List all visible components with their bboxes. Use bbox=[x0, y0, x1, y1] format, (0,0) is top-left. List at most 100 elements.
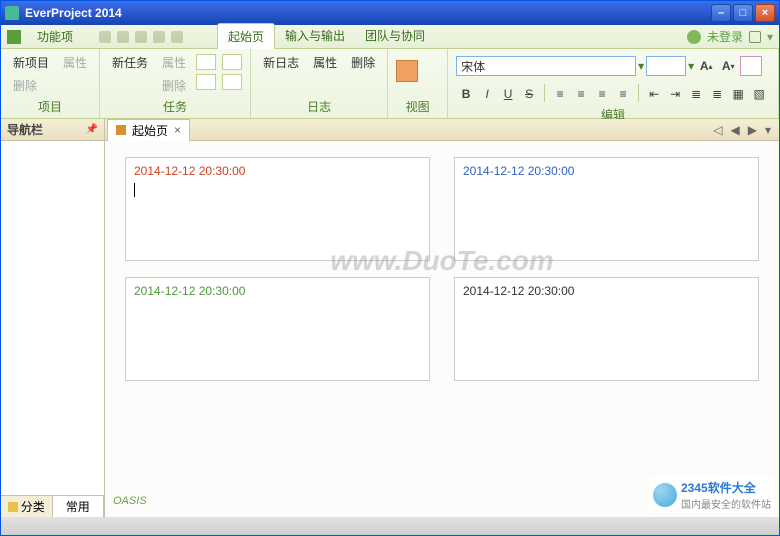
menu-tab-team[interactable]: 团队与协同 bbox=[355, 23, 435, 50]
movedown-button[interactable] bbox=[222, 74, 242, 90]
user-icon[interactable] bbox=[687, 30, 701, 44]
site-banner: 2345软件大全 国内最安全的软件站 bbox=[649, 477, 775, 513]
tab-nav-menu[interactable]: ▾ bbox=[763, 123, 773, 137]
sidebar-title: 导航栏 bbox=[7, 121, 43, 138]
settings-icon[interactable] bbox=[749, 31, 761, 43]
minimize-button[interactable]: – bbox=[711, 4, 731, 22]
strike-button[interactable]: S bbox=[519, 84, 539, 104]
menu-tab-main[interactable]: 功能项 bbox=[27, 24, 83, 49]
bold-button[interactable]: B bbox=[456, 84, 476, 104]
journal-delete-button[interactable]: 删除 bbox=[347, 52, 379, 73]
ribbon: 新项目 删除 属性 项目 新任务 属性 删除 bbox=[1, 49, 779, 119]
sidebar-tab-common[interactable]: 常用 bbox=[53, 496, 105, 517]
site-brand: 2345软件大全 bbox=[681, 479, 771, 496]
note-timestamp: 2014-12-12 20:30:00 bbox=[134, 164, 421, 178]
doc-tab-label: 起始页 bbox=[132, 122, 168, 139]
insert-table-button[interactable]: ▦ bbox=[728, 84, 748, 104]
home-icon bbox=[116, 125, 126, 135]
highlight-color-button[interactable] bbox=[740, 56, 762, 76]
moveup-button[interactable] bbox=[222, 54, 242, 70]
ribbon-label-task: 任务 bbox=[108, 96, 242, 115]
underline-button[interactable]: U bbox=[498, 84, 518, 104]
text-cursor bbox=[134, 183, 135, 197]
qat-btn-2[interactable] bbox=[117, 31, 129, 43]
italic-button[interactable]: I bbox=[477, 84, 497, 104]
task-prop-button[interactable]: 属性 bbox=[158, 52, 190, 73]
doc-tab-start[interactable]: 起始页 × bbox=[107, 119, 190, 141]
ribbon-group-view: 视图 bbox=[388, 49, 448, 118]
app-icon bbox=[5, 6, 19, 20]
note-timestamp: 2014-12-12 20:30:00 bbox=[134, 284, 421, 298]
align-justify-button[interactable]: ≡ bbox=[613, 84, 633, 104]
new-project-button[interactable]: 新项目 bbox=[9, 52, 53, 73]
font-family-dropdown-icon[interactable]: ▾ bbox=[638, 59, 644, 73]
document-tabs: 起始页 × ◁ ◀ ▶ ▾ bbox=[105, 119, 779, 141]
sidebar-header: 导航栏 📌 bbox=[1, 119, 104, 141]
align-center-button[interactable]: ≡ bbox=[571, 84, 591, 104]
qat-btn-1[interactable] bbox=[99, 31, 111, 43]
insert-image-button[interactable]: ▧ bbox=[749, 84, 769, 104]
new-task-button[interactable]: 新任务 bbox=[108, 52, 152, 73]
color-swatch[interactable] bbox=[396, 60, 418, 82]
align-left-button[interactable]: ≡ bbox=[550, 84, 570, 104]
statusbar bbox=[1, 517, 779, 535]
menu-tab-io[interactable]: 输入与输出 bbox=[275, 23, 355, 50]
font-shrink-button[interactable]: A▾ bbox=[718, 56, 738, 76]
project-delete-button[interactable]: 删除 bbox=[9, 75, 53, 96]
sidebar-pin-icon[interactable]: 📌 bbox=[86, 124, 98, 135]
main-area: 起始页 × ◁ ◀ ▶ ▾ www.DuoTe.com 2014-12-12 2… bbox=[105, 119, 779, 517]
app-window: EverProject 2014 – □ × 功能项 起始页 输入与输出 团队与… bbox=[0, 0, 780, 536]
menubar: 功能项 起始页 输入与输出 团队与协同 未登录 ▾ bbox=[1, 25, 779, 49]
align-right-button[interactable]: ≡ bbox=[592, 84, 612, 104]
note-card[interactable]: 2014-12-12 20:30:00 bbox=[454, 157, 759, 261]
sidebar: 导航栏 📌 分类 常用 bbox=[1, 119, 105, 517]
indent-button[interactable] bbox=[196, 74, 216, 90]
font-family-select[interactable] bbox=[456, 56, 636, 76]
sidebar-tab-category[interactable]: 分类 bbox=[1, 496, 53, 517]
journal-prop-button[interactable]: 属性 bbox=[309, 52, 341, 73]
maximize-button[interactable]: □ bbox=[733, 4, 753, 22]
note-card[interactable]: 2014-12-12 20:30:00 bbox=[454, 277, 759, 381]
ribbon-label-view: 视图 bbox=[396, 96, 439, 115]
number-list-button[interactable]: ≣ bbox=[707, 84, 727, 104]
mascot-icon bbox=[653, 483, 677, 507]
ribbon-group-journal: 新日志 属性 删除 日志 bbox=[251, 49, 388, 118]
new-journal-button[interactable]: 新日志 bbox=[259, 52, 303, 73]
dropdown-icon[interactable]: ▾ bbox=[767, 30, 773, 44]
note-card[interactable]: 2014-12-12 20:30:00 bbox=[125, 277, 430, 381]
tab-nav-first[interactable]: ◁ bbox=[711, 123, 724, 137]
note-card[interactable]: 2014-12-12 20:30:00 bbox=[125, 157, 430, 261]
sidebar-tree[interactable] bbox=[1, 141, 104, 495]
ribbon-label-project: 项目 bbox=[9, 96, 91, 115]
footer-logo: OASIS bbox=[113, 495, 147, 507]
app-menu-icon[interactable] bbox=[7, 30, 21, 44]
font-size-dropdown-icon[interactable]: ▾ bbox=[688, 59, 694, 73]
tab-nav-prev[interactable]: ◀ bbox=[729, 123, 742, 137]
project-prop-button[interactable]: 属性 bbox=[59, 52, 91, 73]
qat-btn-3[interactable] bbox=[135, 31, 147, 43]
task-delete-button[interactable]: 删除 bbox=[158, 75, 190, 96]
folder-icon bbox=[8, 502, 18, 512]
note-timestamp: 2014-12-12 20:30:00 bbox=[463, 284, 750, 298]
menu-tab-start[interactable]: 起始页 bbox=[217, 23, 275, 50]
window-title: EverProject 2014 bbox=[25, 6, 711, 20]
bullet-list-button[interactable]: ≣ bbox=[686, 84, 706, 104]
tab-close-icon[interactable]: × bbox=[174, 123, 181, 137]
titlebar[interactable]: EverProject 2014 – □ × bbox=[1, 1, 779, 25]
qat-btn-5[interactable] bbox=[171, 31, 183, 43]
note-timestamp: 2014-12-12 20:30:00 bbox=[463, 164, 750, 178]
qat-btn-4[interactable] bbox=[153, 31, 165, 43]
site-subtitle: 国内最安全的软件站 bbox=[681, 496, 771, 511]
user-status[interactable]: 未登录 bbox=[707, 28, 743, 45]
indent-dec-button[interactable]: ⇤ bbox=[644, 84, 664, 104]
close-button[interactable]: × bbox=[755, 4, 775, 22]
indent-inc-button[interactable]: ⇥ bbox=[665, 84, 685, 104]
tab-nav-next[interactable]: ▶ bbox=[746, 123, 759, 137]
canvas[interactable]: www.DuoTe.com 2014-12-12 20:30:00 2014-1… bbox=[105, 141, 779, 517]
font-grow-button[interactable]: A▴ bbox=[696, 56, 716, 76]
ribbon-label-journal: 日志 bbox=[259, 96, 379, 115]
ribbon-group-project: 新项目 删除 属性 项目 bbox=[1, 49, 100, 118]
font-size-select[interactable] bbox=[646, 56, 686, 76]
outdent-button[interactable] bbox=[196, 54, 216, 70]
ribbon-group-edit: ▾ ▾ A▴ A▾ B I U S ≡ ≡ ≡ ≡ bbox=[448, 49, 779, 118]
